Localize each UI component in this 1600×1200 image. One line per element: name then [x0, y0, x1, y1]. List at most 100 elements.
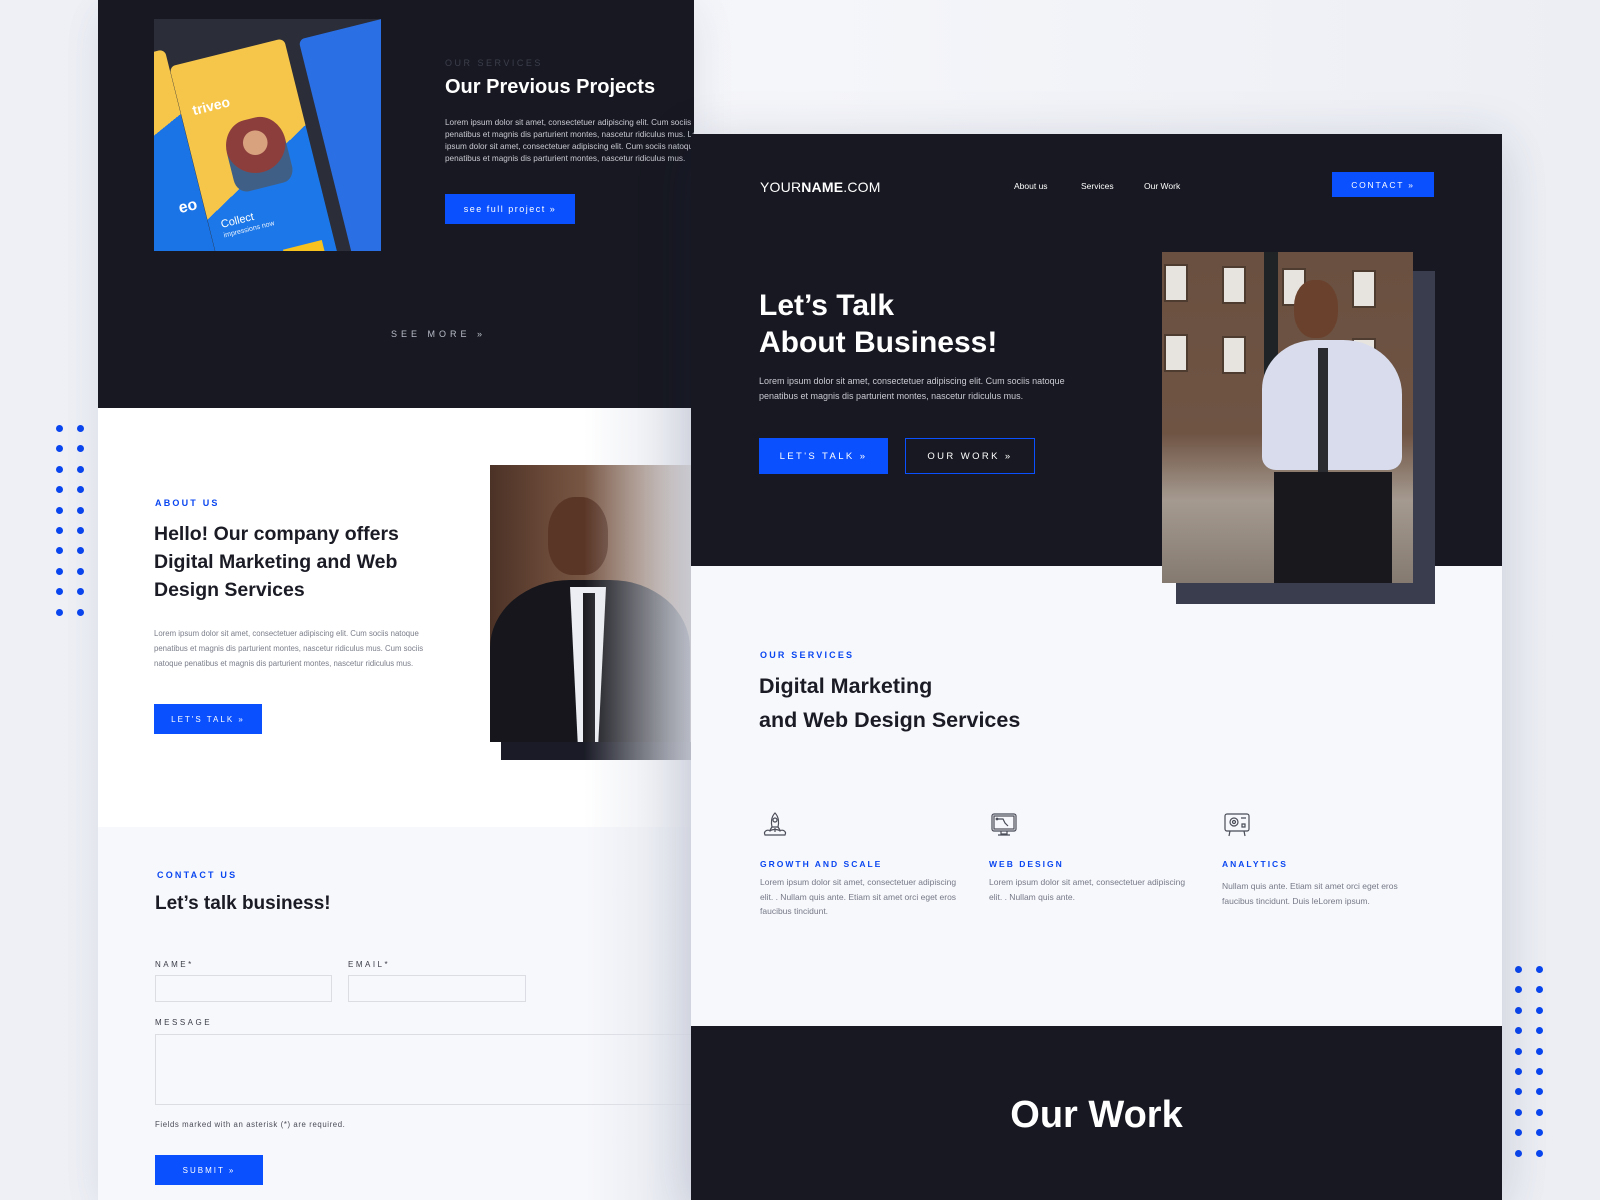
- hero-description: Lorem ipsum dolor sit amet, consectetuer…: [759, 376, 1065, 401]
- decorative-dot: [1515, 1108, 1522, 1116]
- projects-description: Lorem ipsum dolor sit amet, consectetuer…: [445, 118, 694, 163]
- service-card-web-design: WEB DESIGN Lorem ipsum dolor sit amet, c…: [989, 810, 1189, 904]
- nav-about-us[interactable]: About us: [1014, 181, 1048, 191]
- decorative-dot: [1536, 1027, 1543, 1035]
- decorative-dot: [56, 567, 63, 575]
- decorative-dot: [56, 588, 63, 596]
- decorative-dot: [77, 526, 84, 534]
- hero-title-line1: Let’s Talk: [759, 289, 895, 322]
- left-page-mockup: eo triveo Collect impressions now OUR SE…: [98, 0, 694, 1200]
- about-title: Hello! Our company offers Digital Market…: [154, 523, 399, 601]
- name-input[interactable]: [155, 975, 332, 1002]
- service-card-analytics: ANALYTICS Nullam quis ante. Etiam sit am…: [1222, 810, 1422, 908]
- logo-suffix: .COM: [843, 179, 881, 195]
- decorative-dot: [1536, 966, 1543, 973]
- projects-title: Our Previous Projects: [445, 76, 656, 98]
- decorative-dot: [1515, 1067, 1522, 1075]
- service-card-growth: GROWTH AND SCALE Lorem ipsum dolor sit a…: [760, 810, 960, 919]
- mockup-brand: triveo: [190, 93, 232, 119]
- decorative-dot: [1515, 1027, 1522, 1035]
- message-label: MESSAGE: [155, 1018, 213, 1027]
- decorative-dot: [56, 547, 63, 555]
- hero-title: Let’s Talk About Business!: [759, 287, 997, 361]
- decorative-dot: [1536, 1067, 1543, 1075]
- service-title: ANALYTICS: [1222, 859, 1288, 869]
- about-lets-talk-button[interactable]: LET'S TALK »: [154, 704, 262, 734]
- services-title-line1: Digital Marketing: [759, 674, 933, 698]
- decorative-dot: [77, 445, 84, 453]
- contact-section: [98, 827, 694, 1200]
- decorative-dot: [1515, 1047, 1522, 1055]
- services-title: Digital Marketing and Web Design Service…: [759, 669, 1020, 737]
- logo-prefix: YOUR: [760, 179, 802, 195]
- hero-lets-talk-button[interactable]: LET'S TALK »: [759, 438, 888, 474]
- hero-title-line2: About Business!: [759, 326, 998, 359]
- message-textarea[interactable]: [155, 1034, 694, 1105]
- decorative-dot: [56, 526, 63, 534]
- rocket-icon: [763, 812, 787, 836]
- decorative-dot: [1515, 1149, 1522, 1157]
- decorative-dot: [1536, 1149, 1543, 1157]
- our-work-title: Our Work: [1010, 1094, 1183, 1136]
- decorative-dot: [1515, 1006, 1522, 1014]
- decorative-dot: [1536, 1006, 1543, 1014]
- projects-kicker: OUR SERVICES: [445, 58, 543, 68]
- decorative-dot: [77, 506, 84, 514]
- mockup-button: [282, 240, 326, 251]
- decorative-dot: [77, 567, 84, 575]
- decorative-dot: [1536, 1129, 1543, 1137]
- right-page-mockup: YOURNAME.COM About us Services Our Work …: [691, 134, 1502, 1200]
- services-kicker: OUR SERVICES: [760, 650, 855, 660]
- nav-services[interactable]: Services: [1081, 181, 1114, 191]
- email-input[interactable]: [348, 975, 526, 1002]
- decorative-dot: [77, 425, 84, 432]
- decorative-dot: [56, 506, 63, 514]
- mockup-photo: [220, 111, 296, 195]
- decorative-dot: [1515, 966, 1522, 973]
- project-preview-image: eo triveo Collect impressions now: [154, 19, 381, 251]
- analytics-board-icon: [1224, 813, 1250, 837]
- service-description: Nullam quis ante. Etiam sit amet orci eg…: [1222, 881, 1398, 906]
- name-label: NAME*: [155, 960, 194, 969]
- service-title: WEB DESIGN: [989, 859, 1064, 869]
- about-portrait-photo: [490, 465, 694, 742]
- required-fields-note: Fields marked with an asterisk (*) are r…: [155, 1120, 346, 1129]
- about-kicker: ABOUT US: [155, 498, 220, 508]
- service-description: Lorem ipsum dolor sit amet, consectetuer…: [989, 877, 1186, 902]
- service-description: Lorem ipsum dolor sit amet, consectetuer…: [760, 877, 957, 916]
- decorative-dot: [77, 608, 84, 616]
- see-more-link[interactable]: SEE MORE »: [391, 329, 486, 339]
- decorative-dot: [56, 486, 63, 494]
- decorative-dot: [1515, 986, 1522, 994]
- decorative-dot: [1515, 1129, 1522, 1137]
- decorative-dots-right: [1515, 966, 1544, 1157]
- decorative-dots-left: [56, 425, 85, 616]
- decorative-dot: [77, 588, 84, 596]
- contact-button[interactable]: CONTACT »: [1332, 172, 1434, 197]
- decorative-dot: [1536, 1047, 1543, 1055]
- decorative-dot: [77, 465, 84, 473]
- see-full-project-button[interactable]: see full project »: [445, 194, 575, 224]
- decorative-dot: [1536, 1108, 1543, 1116]
- decorative-dot: [1536, 1088, 1543, 1096]
- logo-bold: NAME: [801, 179, 844, 195]
- submit-button[interactable]: SUBMIT »: [155, 1155, 263, 1185]
- decorative-dot: [56, 608, 63, 616]
- mockup-brand-partial: eo: [176, 196, 200, 218]
- decorative-dot: [77, 486, 84, 494]
- about-description: Lorem ipsum dolor sit amet, consectetuer…: [154, 629, 424, 668]
- hero-our-work-button[interactable]: OUR WORK »: [905, 438, 1035, 474]
- email-label: EMAIL*: [348, 960, 391, 969]
- site-logo[interactable]: YOURNAME.COM: [760, 179, 881, 195]
- nav-our-work[interactable]: Our Work: [1144, 181, 1180, 191]
- service-title: GROWTH AND SCALE: [760, 859, 883, 869]
- decorative-dot: [1536, 986, 1543, 994]
- contact-kicker: CONTACT US: [157, 870, 238, 880]
- monitor-design-icon: [991, 813, 1017, 836]
- decorative-dot: [56, 465, 63, 473]
- decorative-dot: [56, 445, 63, 453]
- projects-section: eo triveo Collect impressions now OUR SE…: [98, 0, 694, 408]
- decorative-dot: [56, 425, 63, 432]
- decorative-dot: [77, 547, 84, 555]
- hero-portrait-photo: [1162, 252, 1413, 583]
